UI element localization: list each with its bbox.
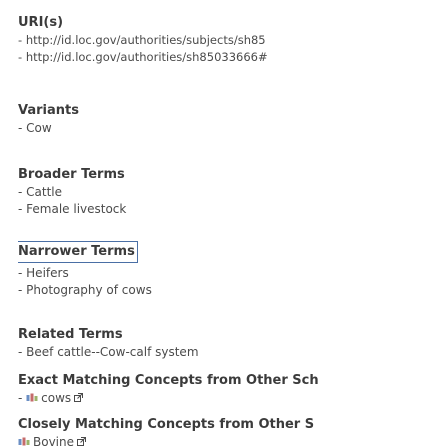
exact-match-link-cows[interactable]: cows	[41, 391, 71, 405]
variant-item: - Cow	[18, 120, 448, 137]
list-dash: -	[18, 391, 27, 405]
close-match-item[interactable]: Bovine	[18, 434, 448, 448]
scheme-icon	[18, 437, 30, 446]
uri-link-subjects[interactable]: http://id.loc.gov/authorities/subjects/s…	[26, 33, 266, 47]
broader-terms-heading: Broader Terms	[18, 167, 125, 182]
list-dash: -	[18, 33, 26, 47]
external-link-icon[interactable]	[77, 437, 86, 446]
narrower-terms-heading: Narrower Terms	[18, 241, 448, 263]
narrower-terms-focus-box[interactable]: Narrower Terms	[18, 241, 138, 263]
broader-term-item[interactable]: - Cattle	[18, 184, 448, 201]
narrower-term-item[interactable]: - Photography of cows	[18, 282, 448, 299]
list-dash: -	[18, 266, 27, 280]
broader-term-link-female-livestock[interactable]: Female livestock	[26, 202, 126, 216]
narrower-term-item[interactable]: - Heifers	[18, 265, 448, 282]
list-dash: -	[18, 345, 27, 359]
related-terms-heading: Related Terms	[18, 327, 123, 342]
variant-label: Cow	[26, 121, 52, 135]
external-link-icon[interactable]	[74, 393, 84, 402]
list-dash: -	[18, 185, 27, 199]
close-matching-section: Closely Matching Concepts from Other S B…	[18, 416, 448, 448]
list-dash: -	[18, 50, 26, 64]
list-dash: -	[18, 202, 27, 216]
narrower-term-link-heifers[interactable]: Heifers	[26, 266, 69, 280]
list-dash: -	[18, 283, 27, 297]
uris-heading: URI(s)	[18, 15, 64, 30]
list-dash: -	[18, 121, 27, 135]
variants-section: Variants - Cow	[18, 102, 448, 137]
authority-record-page: URI(s) - http://id.loc.gov/authorities/s…	[0, 0, 448, 448]
related-term-link-cow-calf[interactable]: Beef cattle--Cow-calf system	[26, 345, 198, 359]
broader-terms-section: Broader Terms - Cattle - Female livestoc…	[18, 166, 448, 218]
exact-match-item[interactable]: - cows	[18, 390, 448, 407]
close-matching-heading: Closely Matching Concepts from Other S	[18, 417, 315, 432]
exact-matching-heading: Exact Matching Concepts from Other Sch	[18, 373, 319, 388]
broader-term-item[interactable]: - Female livestock	[18, 201, 448, 218]
variants-heading: Variants	[18, 103, 79, 118]
lcsh-scheme-icon	[26, 393, 38, 402]
related-term-item[interactable]: - Beef cattle--Cow-calf system	[18, 344, 448, 361]
uri-item[interactable]: - http://id.loc.gov/authorities/sh850336…	[18, 49, 448, 66]
narrower-terms-section: Narrower Terms - Heifers - Photography o…	[18, 241, 448, 299]
uris-section: URI(s) - http://id.loc.gov/authorities/s…	[18, 14, 448, 66]
broader-term-link-cattle[interactable]: Cattle	[26, 185, 62, 199]
uri-item[interactable]: - http://id.loc.gov/authorities/subjects…	[18, 32, 448, 49]
related-terms-section: Related Terms - Beef cattle--Cow-calf sy…	[18, 326, 448, 361]
close-match-link-bovine[interactable]: Bovine	[33, 435, 74, 448]
uri-link-authorities[interactable]: http://id.loc.gov/authorities/sh85033666…	[26, 50, 268, 64]
narrower-term-link-photography-of-cows[interactable]: Photography of cows	[26, 283, 152, 297]
exact-matching-section: Exact Matching Concepts from Other Sch -…	[18, 372, 448, 407]
